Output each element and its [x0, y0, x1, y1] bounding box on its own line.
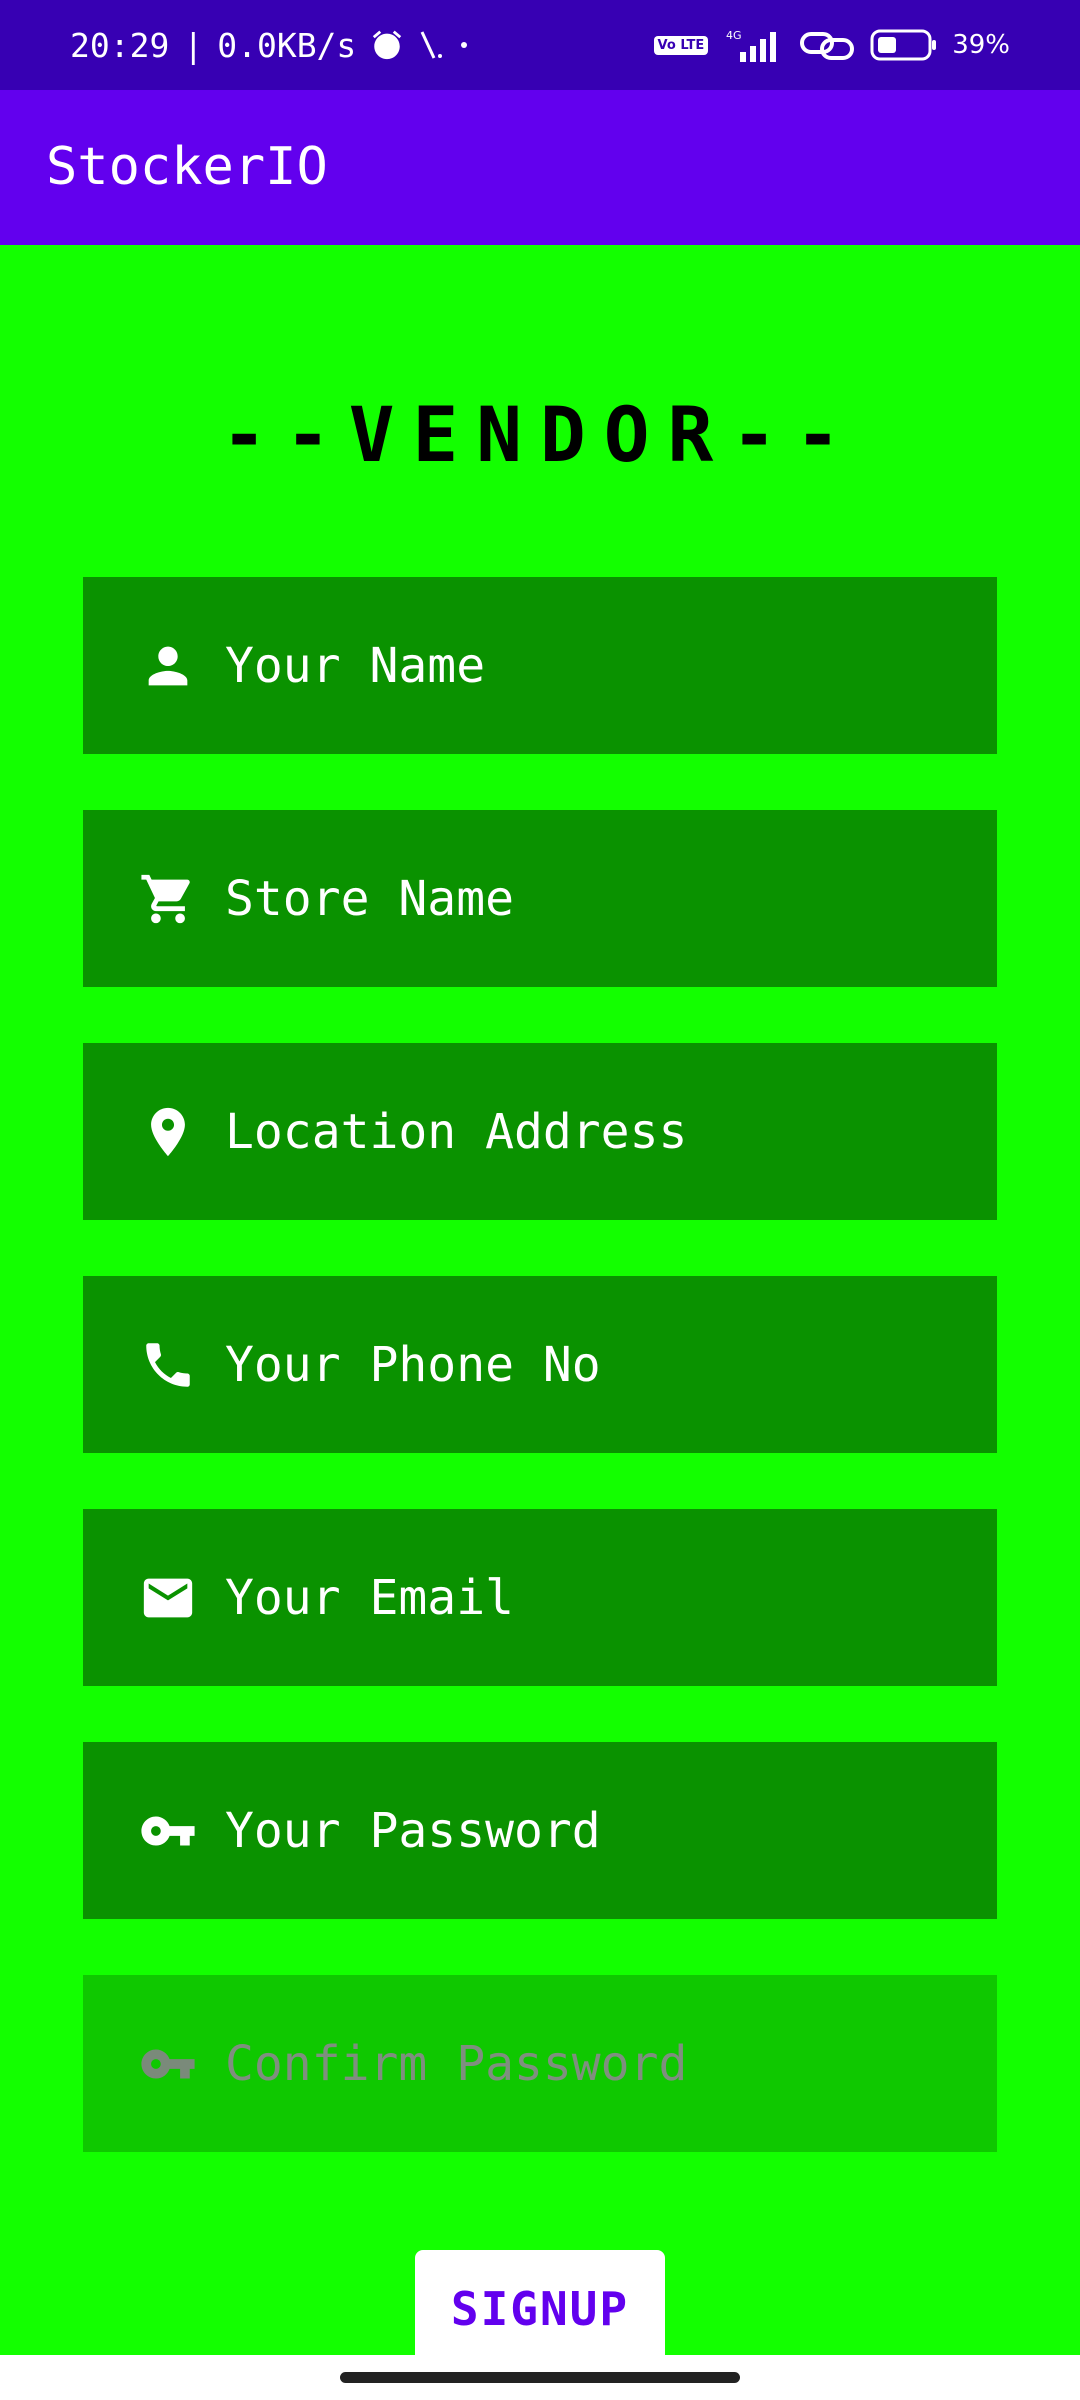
- phone-input[interactable]: [225, 1276, 997, 1453]
- app-title: StockerIO: [46, 137, 328, 197]
- battery-percent: 39%: [952, 30, 1010, 60]
- key-icon: [139, 2035, 197, 2093]
- location-address-field[interactable]: [83, 1043, 997, 1220]
- store-name-input[interactable]: [225, 810, 997, 987]
- volte-icon: Vo LTE: [653, 35, 709, 55]
- confirm-password-field: [83, 1975, 997, 2152]
- status-right: Vo LTE 4G 39%: [653, 0, 1010, 90]
- password-input[interactable]: [225, 1742, 997, 1919]
- status-separator: |: [183, 25, 204, 65]
- email-input[interactable]: [225, 1509, 997, 1686]
- battery-icon: [870, 28, 938, 62]
- status-net-speed: 0.0KB/s: [217, 25, 357, 65]
- your-name-field[interactable]: [83, 577, 997, 754]
- status-time: 20:29: [70, 25, 170, 65]
- key-icon: [139, 1802, 197, 1860]
- location-address-input[interactable]: [225, 1043, 997, 1220]
- status-left: 20:29 | 0.0KB/s: [70, 0, 470, 90]
- store-name-field[interactable]: [83, 810, 997, 987]
- signal-icon: 4G: [722, 28, 784, 62]
- your-name-input[interactable]: [225, 577, 997, 754]
- confirm-password-input: [225, 1975, 997, 2152]
- email-icon: [139, 1569, 197, 1627]
- link-icon: [798, 28, 856, 62]
- phone-field[interactable]: [83, 1276, 997, 1453]
- vendor-title: --VENDOR--: [221, 390, 859, 479]
- phone-icon: [139, 1336, 197, 1394]
- data-activity-icon: [418, 28, 444, 62]
- status-bar: 20:29 | 0.0KB/s Vo LTE 4G 39%: [0, 0, 1080, 90]
- home-indicator[interactable]: [340, 2372, 740, 2383]
- alarm-icon: [370, 28, 404, 62]
- app-bar: StockerIO: [0, 90, 1080, 245]
- person-icon: [139, 637, 197, 695]
- password-field[interactable]: [83, 1742, 997, 1919]
- location-pin-icon: [139, 1103, 197, 1161]
- notification-dot-icon: [458, 28, 470, 62]
- email-field[interactable]: [83, 1509, 997, 1686]
- svg-text:4G: 4G: [726, 29, 742, 42]
- cart-icon: [139, 870, 197, 928]
